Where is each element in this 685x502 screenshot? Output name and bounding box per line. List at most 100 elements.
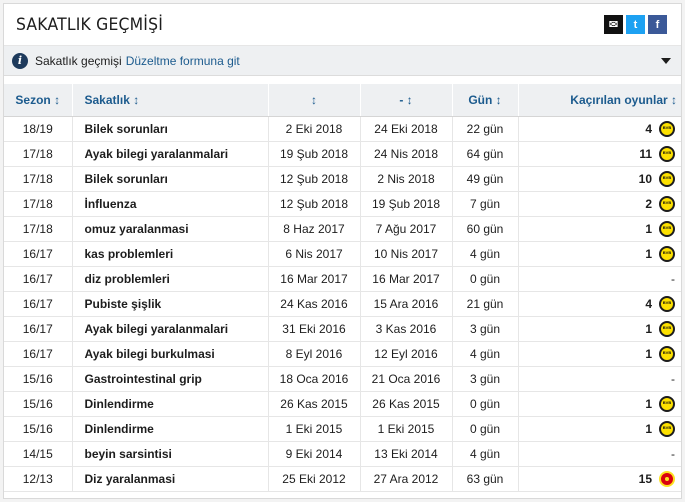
table-header-row: Sezon ↕ Sakatlık ↕ ↕ - ↕ Gün ↕ Kaçırılan… [4,84,681,117]
facebook-share-icon[interactable]: f [648,15,667,34]
until-date-cell: 2 Nis 2018 [360,166,453,192]
until-date-cell: 26 Kas 2015 [360,391,453,417]
days-cell: 21 gün [452,291,519,317]
games-missed-value: - [671,446,675,461]
games-missed-cell: 4 [518,116,681,142]
season-cell: 16/17 [4,241,73,267]
until-date-cell: 24 Nis 2018 [360,141,453,167]
table-row: 16/17 Ayak bilegi yaralanmalari 31 Eki 201… [4,316,681,342]
column-header-until[interactable]: - ↕ [360,84,453,117]
bvb-crest-icon[interactable] [659,245,675,262]
until-date-cell: 12 Eyl 2016 [360,341,453,367]
days-cell: 3 gün [452,316,519,342]
table-body: 18/19 Bilek sorunları 2 Eki 2018 24 Eki 201… [4,116,681,492]
injury-cell: Gastrointestinal grip [72,366,269,392]
from-date-cell: 6 Nis 2017 [268,241,361,267]
column-header-games-missed[interactable]: Kaçırılan oyunlar ↕ [518,84,681,117]
days-cell: 64 gün [452,141,519,167]
games-missed-cell: - [518,441,681,467]
until-date-cell: 3 Kas 2016 [360,316,453,342]
from-date-cell: 16 Mar 2017 [268,266,361,292]
bvb-crest-icon[interactable] [659,120,675,137]
season-cell: 15/16 [4,366,73,392]
injury-cell: omuz yaralanmasi [72,216,269,242]
from-date-cell: 12 Şub 2018 [268,166,361,192]
correction-form-link[interactable]: Düzeltme formuna git [126,54,240,68]
from-date-cell: 9 Eki 2014 [268,441,361,467]
table-row: 16/17 Ayak bilegi burkulmasi 8 Eyl 2016 12 … [4,341,681,367]
games-missed-value: 2 [645,196,652,211]
days-cell: 4 gün [452,441,519,467]
games-missed-cell: 1 [518,216,681,242]
until-date-cell: 16 Mar 2017 [360,266,453,292]
games-missed-value: 4 [645,296,652,311]
mail-share-icon[interactable]: ✉ [604,15,623,34]
games-missed-cell: 1 [518,416,681,442]
days-cell: 7 gün [452,191,519,217]
until-date-cell: 10 Nis 2017 [360,241,453,267]
bvb-crest-icon[interactable] [659,145,675,162]
column-header-from[interactable]: ↕ [268,84,361,117]
days-cell: 63 gün [452,466,519,492]
table-row: 17/18 omuz yaralanmasi 8 Haz 2017 7 Ağu 201… [4,216,681,242]
games-missed-cell: - [518,266,681,292]
season-cell: 12/13 [4,466,73,492]
injury-cell: Dinlendirme [72,416,269,442]
season-cell: 17/18 [4,191,73,217]
bvb-crest-icon[interactable] [659,170,675,187]
games-missed-value: - [671,271,675,286]
info-bar[interactable]: i Sakatlık geçmişi Düzeltme formuna git [4,46,681,76]
bvb-crest-icon[interactable] [659,345,675,362]
table-row: 17/18 Bilek sorunları 12 Şub 2018 2 Nis 201… [4,166,681,192]
days-cell: 3 gün [452,366,519,392]
days-cell: 22 gün [452,116,519,142]
bvb-crest-icon[interactable] [659,420,675,437]
injury-cell: kas problemleri [72,241,269,267]
table-row: 17/18 İnfluenza 12 Şub 2018 19 Şub 2018 7 gü… [4,191,681,217]
man-utd-crest-icon[interactable] [659,470,675,487]
from-date-cell: 12 Şub 2018 [268,191,361,217]
games-missed-value: - [671,371,675,386]
until-date-cell: 1 Eki 2015 [360,416,453,442]
bvb-crest-icon[interactable] [659,195,675,212]
games-missed-value: 1 [645,221,652,236]
games-missed-cell: 11 [518,141,681,167]
days-cell: 0 gün [452,266,519,292]
from-date-cell: 18 Oca 2016 [268,366,361,392]
table-row: 17/18 Ayak bilegi yaralanmalari 19 Şub 201… [4,141,681,167]
from-date-cell: 8 Eyl 2016 [268,341,361,367]
games-missed-cell: 1 [518,391,681,417]
games-missed-value: 1 [645,246,652,261]
days-cell: 4 gün [452,241,519,267]
season-cell: 15/16 [4,391,73,417]
bvb-crest-icon[interactable] [659,395,675,412]
column-header-days[interactable]: Gün ↕ [452,84,519,117]
table-row: 15/16 Gastrointestinal grip 18 Oca 2016 21 … [4,366,681,392]
season-cell: 17/18 [4,216,73,242]
table-row: 15/16 Dinlendirme 1 Eki 2015 1 Eki 2015 0 gü… [4,416,681,442]
season-cell: 16/17 [4,341,73,367]
table-row: 16/17 kas problemleri 6 Nis 2017 10 Nis 201… [4,241,681,267]
season-cell: 16/17 [4,266,73,292]
column-header-injury[interactable]: Sakatlık ↕ [72,84,269,117]
injury-cell: Dinlendirme [72,391,269,417]
injury-cell: Ayak bilegi yaralanmalari [72,316,269,342]
bvb-crest-icon[interactable] [659,320,675,337]
chevron-down-icon[interactable] [661,58,671,64]
table-row: 16/17 Pubiste şişlik 24 Kas 2016 15 Ara 201… [4,291,681,317]
games-missed-cell: 1 [518,341,681,367]
twitter-share-icon[interactable]: t [626,15,645,34]
season-cell: 16/17 [4,291,73,317]
bvb-crest-icon[interactable] [659,220,675,237]
injury-cell: Bilek sorunları [72,116,269,142]
injury-cell: Diz yaralanmasi [72,466,269,492]
games-missed-cell: 2 [518,191,681,217]
bvb-crest-icon[interactable] [659,295,675,312]
injury-table: Sezon ↕ Sakatlık ↕ ↕ - ↕ Gün ↕ Kaçırılan… [4,84,681,492]
until-date-cell: 19 Şub 2018 [360,191,453,217]
table-row: 12/13 Diz yaralanmasi 25 Eki 2012 27 Ara 20… [4,466,681,492]
until-date-cell: 13 Eki 2014 [360,441,453,467]
days-cell: 0 gün [452,416,519,442]
column-header-season[interactable]: Sezon ↕ [4,84,73,117]
games-missed-value: 1 [645,346,652,361]
